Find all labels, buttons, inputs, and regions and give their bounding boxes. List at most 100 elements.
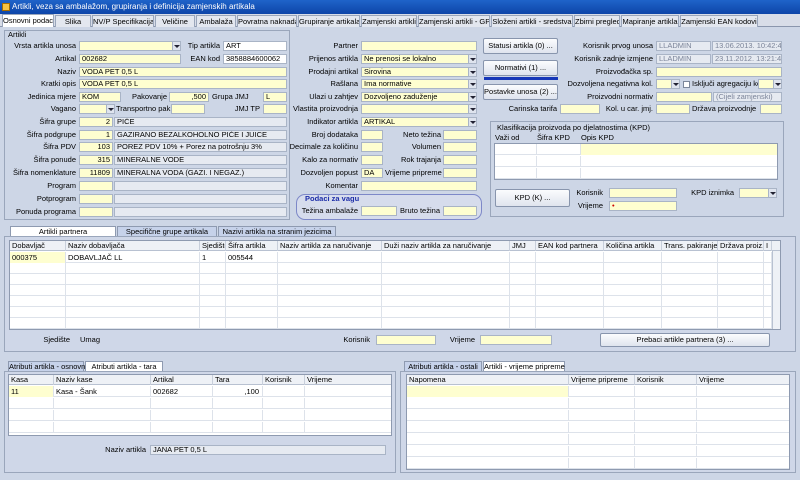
table-cell[interactable]: 000375 (10, 252, 66, 263)
table-cell[interactable] (510, 285, 536, 296)
table-row[interactable] (407, 398, 789, 409)
table-cell[interactable] (278, 252, 382, 263)
sifra-grupe-code[interactable]: 2 (79, 117, 113, 127)
table-cell[interactable] (10, 307, 66, 318)
table-cell[interactable] (510, 263, 536, 274)
table-cell[interactable] (718, 318, 764, 329)
table-cell[interactable] (407, 386, 569, 397)
bruto-field[interactable] (443, 206, 477, 216)
table-row[interactable] (9, 410, 391, 421)
vagano-select[interactable] (79, 104, 115, 114)
table-cell[interactable] (407, 410, 569, 421)
col-naziv-dobavljaca[interactable]: Naziv dobavljača (66, 241, 200, 251)
tab-nvp-specifikacija[interactable]: NV/P Specifikacija (92, 15, 154, 27)
sifra-ponude-code[interactable]: 315 (79, 155, 113, 165)
col-i[interactable]: I (764, 241, 772, 251)
table-cell[interactable] (604, 307, 662, 318)
tip-field[interactable]: ART (223, 41, 287, 51)
komentar-field[interactable] (361, 181, 477, 191)
table-cell[interactable] (382, 274, 510, 285)
table-cell[interactable] (66, 296, 200, 307)
kpd-cell[interactable] (581, 168, 777, 179)
table-cell[interactable] (213, 398, 263, 409)
transportno-field[interactable] (171, 104, 205, 114)
col-dobavljac[interactable]: Dobavljač (10, 241, 66, 251)
table-cell[interactable] (54, 422, 151, 433)
table-row[interactable] (10, 274, 772, 285)
table-cell[interactable] (718, 307, 764, 318)
tab-atributi-ostali[interactable]: Atributi artikla - ostali (404, 361, 482, 371)
table-cell[interactable] (510, 307, 536, 318)
dozvoljen-field[interactable]: DA (361, 168, 383, 178)
table-cell[interactable] (200, 285, 226, 296)
table-row[interactable] (407, 446, 789, 457)
table-cell[interactable] (382, 252, 510, 263)
table-cell[interactable] (200, 318, 226, 329)
prijenos-select[interactable]: Ne prenosi se lokalno (361, 54, 477, 64)
tab-grupiranje-artikala[interactable]: Grupiranje artikala (298, 15, 360, 27)
table-cell[interactable] (305, 386, 391, 397)
table-cell[interactable] (278, 285, 382, 296)
table-cell[interactable] (151, 398, 213, 409)
normativi-button[interactable]: Normativi (1) ... (483, 60, 558, 76)
col-naziv-narucivanje[interactable]: Naziv artikla za naručivanje (278, 241, 382, 251)
ulazi-select[interactable]: Dozvoljeno zaduženje (361, 92, 477, 102)
table-cell[interactable] (407, 458, 569, 469)
partners-korisnik-field[interactable] (376, 335, 436, 345)
kpd-cell[interactable] (537, 168, 581, 179)
table-cell[interactable] (635, 446, 697, 457)
table-cell[interactable] (662, 274, 718, 285)
table-cell[interactable] (569, 446, 635, 457)
table-cell[interactable] (278, 263, 382, 274)
table-cell[interactable] (662, 285, 718, 296)
table-cell[interactable] (10, 296, 66, 307)
col-naziv-kase[interactable]: Naziv kase (54, 375, 151, 385)
sifra-podgrupe-code[interactable]: 1 (79, 130, 113, 140)
table-cell[interactable]: 1 (200, 252, 226, 263)
table-cell[interactable] (536, 296, 604, 307)
col-sjediste[interactable]: Sjedište (200, 241, 226, 251)
table-cell[interactable] (569, 422, 635, 433)
table-cell[interactable] (536, 252, 604, 263)
table-cell[interactable] (66, 263, 200, 274)
chevron-down-icon[interactable] (671, 80, 679, 88)
table-cell[interactable] (764, 252, 772, 263)
chevron-down-icon[interactable] (468, 55, 476, 63)
statusi-button[interactable]: Statusi artikla (0) ... (483, 38, 558, 54)
kpd-cell[interactable] (495, 156, 537, 167)
carinska-field[interactable] (560, 104, 600, 114)
chevron-down-icon[interactable] (172, 42, 180, 50)
kpd-cell[interactable] (495, 168, 537, 179)
table-row[interactable] (407, 434, 789, 445)
table-cell[interactable] (407, 398, 569, 409)
prodajni-select[interactable]: Sirovina (361, 67, 477, 77)
kpd-button[interactable]: KPD (K) ... (495, 189, 570, 207)
table-cell[interactable] (697, 434, 789, 445)
table-cell[interactable] (635, 386, 697, 397)
potprogram-code[interactable] (79, 194, 113, 204)
table-cell[interactable] (662, 252, 718, 263)
table-row[interactable] (495, 144, 777, 155)
proizvodjacka-field[interactable] (656, 67, 782, 77)
table-cell[interactable] (697, 410, 789, 421)
table-cell[interactable] (635, 434, 697, 445)
table-cell[interactable]: 005544 (226, 252, 278, 263)
table-row[interactable] (407, 410, 789, 421)
kpd-cell[interactable] (537, 144, 581, 155)
tab-mapiranje-artikla[interactable]: Mapiranje artikla (621, 15, 679, 27)
table-cell[interactable] (718, 263, 764, 274)
table-cell[interactable] (510, 252, 536, 263)
table-cell[interactable] (536, 285, 604, 296)
ponuda-programa-code[interactable] (79, 207, 113, 217)
table-cell[interactable] (66, 318, 200, 329)
drzava-proizvodnje-field[interactable] (760, 104, 782, 114)
table-cell[interactable] (718, 296, 764, 307)
table-cell[interactable] (54, 398, 151, 409)
table-cell[interactable] (200, 296, 226, 307)
table-cell[interactable] (200, 263, 226, 274)
ean-field[interactable]: 3858884600062 (223, 54, 287, 64)
table-cell[interactable] (764, 318, 772, 329)
agregacija-select[interactable] (758, 79, 782, 89)
kpd-cell[interactable] (581, 144, 777, 155)
table-cell[interactable] (305, 422, 391, 433)
